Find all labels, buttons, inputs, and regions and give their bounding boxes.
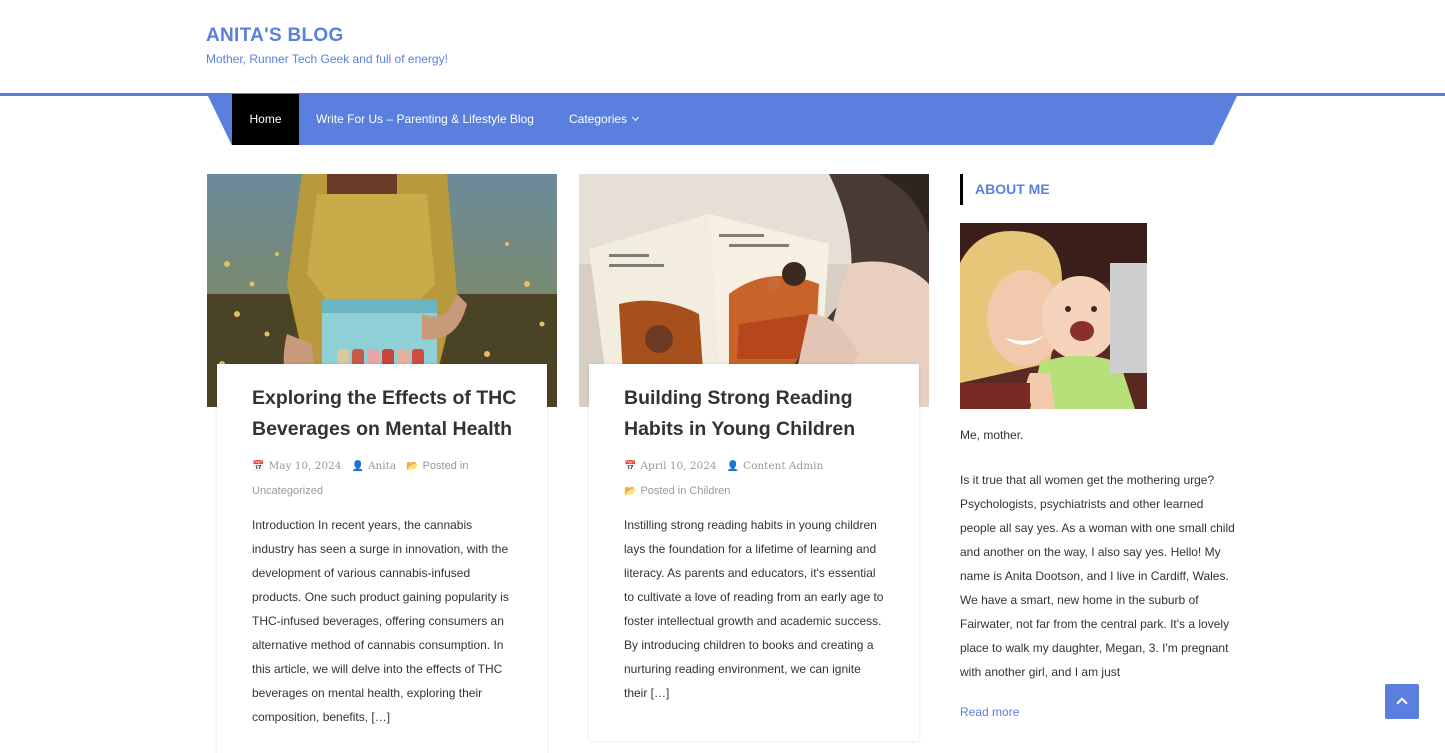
folder-icon: 📂 <box>624 486 637 497</box>
calendar-icon: 📅 <box>252 461 265 472</box>
scroll-to-top-button[interactable] <box>1385 684 1419 719</box>
posted-in-label: Posted in <box>422 460 469 472</box>
user-icon: 👤 <box>726 461 740 472</box>
sidebar-title-accent <box>960 174 963 205</box>
about-me-caption: Me, mother. <box>960 428 1024 442</box>
read-more-link[interactable]: Read more <box>960 705 1019 719</box>
post-card: Exploring the Effects of THC Beverages o… <box>217 364 547 753</box>
post-excerpt: Introduction In recent years, the cannab… <box>252 518 509 724</box>
post-author[interactable]: Anita <box>368 460 396 472</box>
nav-item-categories-label: Categories <box>569 112 628 126</box>
post-title[interactable]: Building Strong Reading Habits in Young … <box>624 383 894 445</box>
nav-item-home[interactable]: Home <box>232 94 299 145</box>
posted-in-label: Posted in <box>640 485 687 497</box>
nav-item-categories[interactable]: Categories <box>569 94 640 145</box>
post-date[interactable]: May 10, 2024 <box>268 460 341 472</box>
post-category[interactable]: Uncategorized <box>252 485 323 497</box>
post-meta: 📅 May 10, 2024 👤 Anita 📂 Posted in Uncategoriz… <box>252 454 522 503</box>
post-title[interactable]: Exploring the Effects of THC Beverages o… <box>252 383 522 445</box>
nav-item-write-for-us[interactable]: Write For Us – Parenting & Lifestyle Blo… <box>316 94 534 145</box>
site-tagline: Mother, Runner Tech Geek and full of ene… <box>206 52 448 66</box>
chevron-down-icon <box>631 113 640 122</box>
post-date[interactable]: April 10, 2024 <box>640 460 716 472</box>
about-me-text: Is it true that all women get the mother… <box>960 473 1235 679</box>
post-author[interactable]: Content Admin <box>743 460 823 472</box>
chevron-up-icon <box>1396 697 1408 709</box>
site-title[interactable]: ANITA'S BLOG <box>206 25 344 47</box>
post-card: Building Strong Reading Habits in Young … <box>589 364 919 741</box>
post-category[interactable]: Children <box>689 485 730 497</box>
post-excerpt: Instilling strong reading habits in youn… <box>624 518 884 700</box>
site-header: ANITA'S BLOG Mother, Runner Tech Geek an… <box>0 0 1445 94</box>
calendar-icon: 📅 <box>624 461 637 472</box>
user-icon: 👤 <box>351 461 364 472</box>
about-me-photo <box>960 223 1147 409</box>
sidebar-title: ABOUT ME <box>975 181 1050 197</box>
post-meta: 📅 April 10, 2024 👤 Content Admin 📂 Posted in … <box>624 454 894 504</box>
folder-icon: 📂 <box>406 461 419 472</box>
